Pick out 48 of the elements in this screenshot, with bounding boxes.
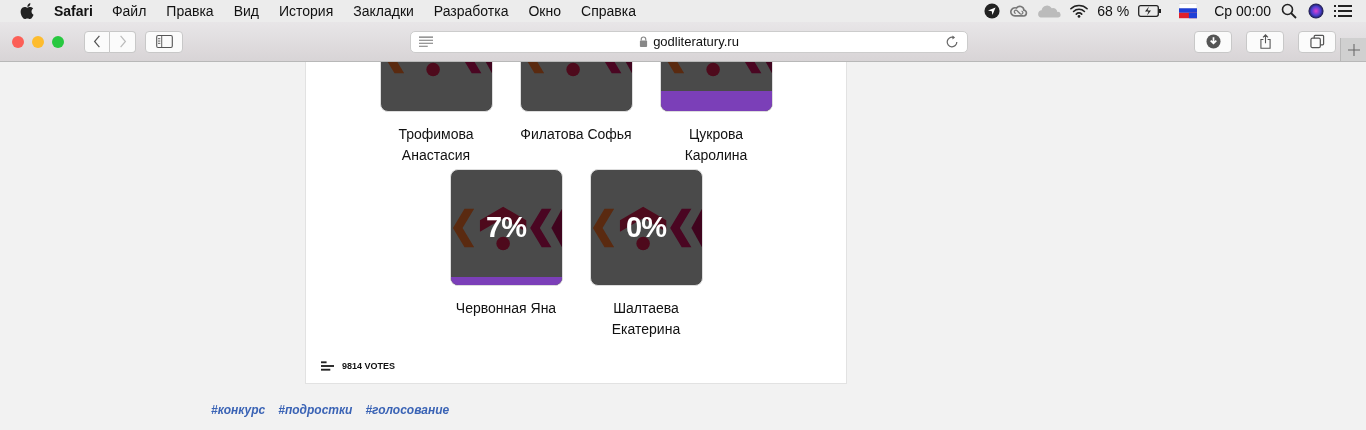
reader-lines-icon[interactable] [419, 36, 433, 47]
hashtag-link[interactable]: #подростки [278, 403, 353, 417]
menu-item[interactable]: Вид [233, 3, 259, 19]
menu-item[interactable]: Справка [581, 3, 636, 19]
downloads-button[interactable] [1194, 30, 1232, 53]
chevron-left-icon [93, 35, 101, 48]
download-icon [1205, 34, 1221, 49]
wifi-icon[interactable] [1070, 3, 1089, 19]
app-menu[interactable]: Safari [54, 3, 93, 19]
menu-item[interactable]: Правка [166, 3, 214, 19]
menu-item[interactable]: Окно [528, 3, 562, 19]
list-icon[interactable] [1334, 3, 1352, 19]
battery-percentage[interactable]: 68 % [1097, 3, 1130, 19]
search-icon[interactable] [1280, 3, 1298, 19]
share-icon [1257, 34, 1273, 49]
candidate-name: Трофимова Анастасия [397, 125, 475, 165]
menu-item[interactable]: Закладки [353, 3, 414, 19]
russian-flag-icon[interactable] [1179, 3, 1198, 19]
battery-charging-icon[interactable] [1138, 3, 1163, 19]
apple-logo-icon[interactable] [20, 3, 34, 19]
sidebar-button[interactable] [145, 30, 183, 53]
candidate-name: Шалтаева Екатерина [610, 299, 682, 339]
url-text: godliteratury.ru [653, 34, 739, 49]
share-button[interactable] [1246, 30, 1284, 53]
hashtag-link[interactable]: #конкурс [211, 403, 266, 417]
sidebar-icon [155, 35, 173, 48]
back-button[interactable] [84, 30, 110, 53]
vote-percentage: 0% [626, 212, 666, 242]
menu-item[interactable]: Файл [111, 3, 147, 19]
hashtag-link[interactable]: #голосование [365, 403, 450, 417]
candidate-card[interactable]: 0% [589, 169, 703, 286]
vote-percentage: 7% [486, 212, 526, 242]
tabs-icon [1309, 34, 1325, 49]
candidate-card[interactable]: 7% [449, 169, 563, 286]
clock[interactable]: Ср 00:00 [1214, 3, 1271, 19]
bar-chart-icon [321, 361, 334, 371]
chevron-right-icon [118, 35, 127, 48]
menu-item[interactable]: История [278, 3, 334, 19]
candidate-name: Цукрова Каролина [683, 125, 749, 165]
lock-icon [639, 36, 649, 47]
plus-icon [1347, 43, 1360, 56]
candidate-name: Червонная Яна [454, 299, 558, 318]
menu-item[interactable]: Разработка [433, 3, 509, 19]
candidate-name: Филатова Софья [519, 125, 633, 144]
tabs-overview-button[interactable] [1298, 30, 1336, 53]
address-field[interactable]: godliteratury.ru [410, 30, 968, 53]
reload-icon[interactable] [945, 34, 959, 49]
vote-count: 9814 VOTES [342, 361, 396, 371]
